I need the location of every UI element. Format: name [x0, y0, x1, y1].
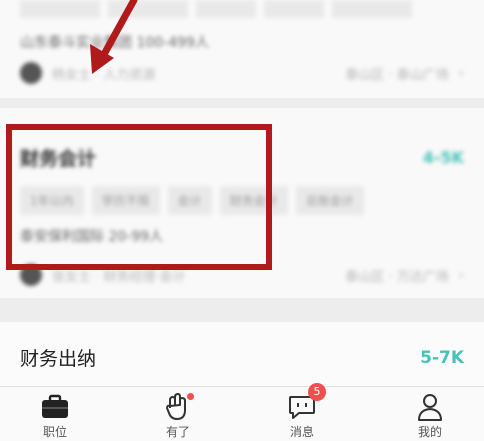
annotation-arrow-icon — [90, 0, 138, 74]
job-title: 财务出纳 — [20, 348, 97, 370]
notification-dot — [187, 393, 194, 400]
profile-icon — [390, 391, 470, 423]
location-text: 泰山区 · 泰山广场 — [345, 67, 449, 83]
job-tag: 总账会计 — [295, 186, 364, 215]
tab-messages[interactable]: 5 消息 — [262, 383, 342, 440]
briefcase-icon — [15, 391, 95, 423]
job-card-1[interactable]: 山东泰斗实业集团 100-499人 杨女士 · 人力资源 泰山区 · 泰山广场 … — [0, 0, 484, 98]
tab-label: 我的 — [417, 425, 442, 439]
job-title-row: 财务出纳 5-7K — [20, 344, 464, 371]
tab-label: 消息 — [289, 425, 314, 439]
hand-icon — [138, 391, 218, 423]
job-card-3[interactable]: 财务出纳 5-7K — [0, 322, 484, 386]
message-count-badge: 5 — [308, 383, 326, 401]
bottom-tab-bar: 职位 有了 5 消息 我的 — [0, 383, 484, 441]
chat-icon: 5 — [262, 383, 342, 423]
tab-profile[interactable]: 我的 — [390, 391, 470, 440]
tab-label: 职位 — [42, 425, 67, 439]
job-salary: 4-5K — [422, 148, 464, 167]
job-salary: 5-7K — [420, 347, 464, 368]
location-text: 泰山区 · 万达广场 — [345, 269, 449, 285]
chevron-right-icon: › — [458, 267, 464, 283]
tab-jobs[interactable]: 职位 — [15, 391, 95, 440]
tab-youle[interactable]: 有了 — [138, 391, 218, 440]
annotation-highlight-box — [6, 124, 272, 270]
tab-label: 有了 — [165, 425, 190, 439]
avatar — [20, 62, 42, 84]
chevron-right-icon: › — [458, 65, 464, 81]
